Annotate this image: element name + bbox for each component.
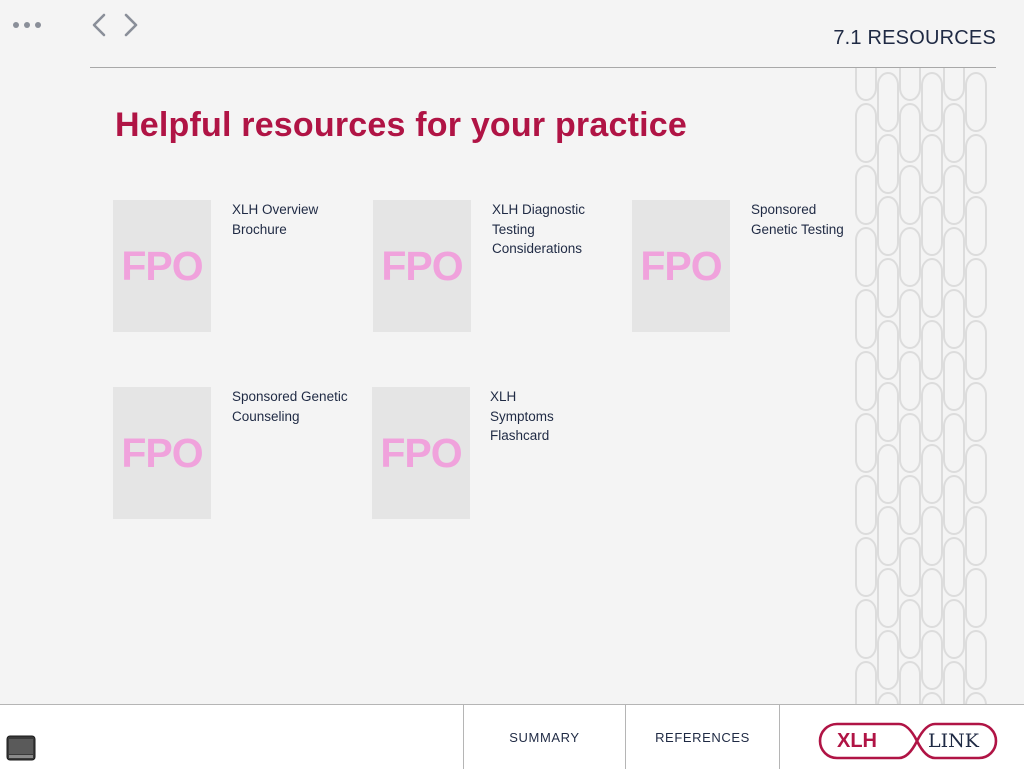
forward-arrow-icon[interactable] xyxy=(120,10,142,40)
placeholder-label: FPO xyxy=(381,243,463,289)
resource-thumbnail: FPO xyxy=(113,200,211,332)
resource-thumbnail: FPO xyxy=(373,200,471,332)
resource-item-sponsored-genetic-counseling[interactable]: FPO Sponsored Genetic Counseling xyxy=(113,387,363,519)
xlh-link-logo[interactable]: XLH LINK xyxy=(817,721,999,761)
logo-xlh-text: XLH xyxy=(837,730,877,752)
back-arrow-icon[interactable] xyxy=(88,10,110,40)
chain-pattern-decoration xyxy=(852,68,992,704)
resource-label: Sponsored Genetic Testing xyxy=(751,202,844,237)
resource-label: Sponsored Genetic Counseling xyxy=(232,389,348,424)
placeholder-label: FPO xyxy=(380,430,462,476)
placeholder-label: FPO xyxy=(121,430,203,476)
more-menu-icon[interactable] xyxy=(12,16,44,34)
resource-thumbnail: FPO xyxy=(113,387,211,519)
summary-button[interactable]: SUMMARY xyxy=(464,705,625,769)
page-title: Helpful resources for your practice xyxy=(115,106,687,144)
resource-item-sponsored-genetic-testing[interactable]: FPO Sponsored Genetic Testing xyxy=(632,200,852,332)
resource-label: XLH Overview Brochure xyxy=(232,202,319,237)
page-navigation xyxy=(88,10,142,40)
logo-link-text: LINK xyxy=(928,730,979,752)
footer-bar: SUMMARY REFERENCES XLH LINK xyxy=(0,704,1024,769)
section-title: 7.1 RESOURCES xyxy=(833,27,996,49)
resource-label: XLH Diagnostic Testing Considerations xyxy=(492,202,586,256)
resource-label: XLH Symptoms Flashcard xyxy=(490,389,554,443)
footer-divider xyxy=(779,705,780,769)
resource-item-xlh-diagnostic-testing[interactable]: FPO XLH Diagnostic Testing Consideration… xyxy=(373,200,623,332)
placeholder-label: FPO xyxy=(121,243,203,289)
resource-thumbnail: FPO xyxy=(632,200,730,332)
resource-thumbnail: FPO xyxy=(372,387,470,519)
slide-thumbnails-icon[interactable] xyxy=(6,735,36,761)
placeholder-label: FPO xyxy=(640,243,722,289)
references-button[interactable]: REFERENCES xyxy=(626,705,779,769)
resource-item-xlh-symptoms-flashcard[interactable]: FPO XLH Symptoms Flashcard xyxy=(372,387,622,519)
resource-item-xlh-overview-brochure[interactable]: FPO XLH Overview Brochure xyxy=(113,200,363,332)
